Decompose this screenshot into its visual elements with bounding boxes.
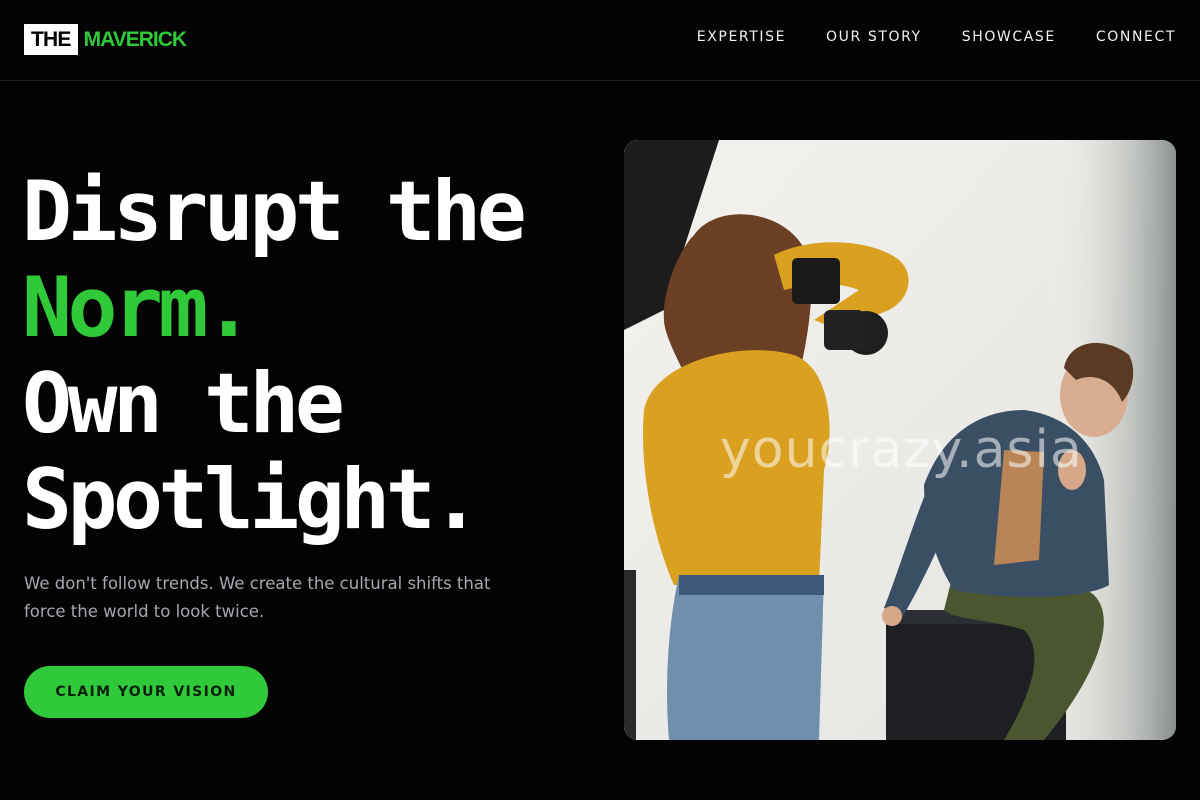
claim-your-vision-button[interactable]: CLAIM YOUR VISION xyxy=(24,666,268,718)
logo-maverick-word: MAVERICK xyxy=(83,27,187,51)
nav-link-showcase[interactable]: SHOWCASE xyxy=(962,29,1056,45)
main-nav: EXPERTISE OUR STORY SHOWCASE CONNECT xyxy=(697,29,1176,45)
headline-line-4: Spotlight. xyxy=(22,451,481,548)
hero-photo: youcrazy.asia xyxy=(624,140,1176,740)
nav-link-expertise[interactable]: EXPERTISE xyxy=(697,29,786,45)
logo-the-box: THE xyxy=(24,24,78,55)
headline-line-3: Own the xyxy=(22,355,345,452)
hero-headline: Disrupt the Norm. Own the Spotlight. xyxy=(22,164,612,548)
headline-line-1: Disrupt the xyxy=(22,163,527,260)
site-header: THE MAVERICK EXPERTISE OUR STORY SHOWCAS… xyxy=(0,0,1200,81)
hero-subtitle: We don't follow trends. We create the cu… xyxy=(24,574,491,621)
headline-line-2-accent: Norm. xyxy=(22,259,254,356)
nav-link-connect[interactable]: CONNECT xyxy=(1096,29,1176,45)
image-watermark: youcrazy.asia xyxy=(720,420,1083,480)
nav-link-our-story[interactable]: OUR STORY xyxy=(826,29,922,45)
brand-logo[interactable]: THE MAVERICK xyxy=(24,24,187,55)
